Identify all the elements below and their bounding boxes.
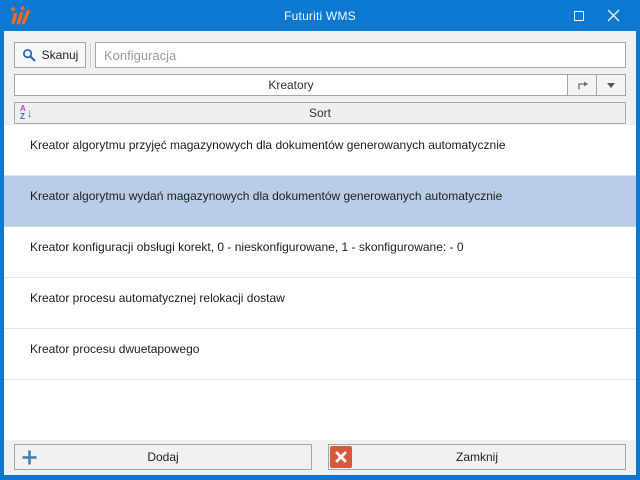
window-controls: [562, 0, 640, 31]
close-icon: [607, 9, 620, 22]
category-bar: Kreatory: [14, 74, 626, 96]
jump-arrow-icon: [576, 79, 589, 91]
filter-input[interactable]: [95, 42, 626, 68]
category-combo[interactable]: Kreatory: [14, 74, 568, 96]
list-item[interactable]: Kreator algorytmu przyjęć magazynowych d…: [4, 125, 636, 176]
close-button[interactable]: Zamknij: [328, 444, 626, 470]
close-button-label: Zamknij: [456, 450, 498, 464]
toolbar-separator: [90, 43, 92, 67]
list-item-label: Kreator procesu automatycznej relokacji …: [30, 291, 285, 305]
list-item[interactable]: Kreator procesu automatycznej relokacji …: [4, 278, 636, 329]
futuriti-logo-icon: [8, 5, 34, 27]
list-item[interactable]: Kreator konfiguracji obsługi korekt, 0 -…: [4, 227, 636, 278]
list-item-label: Kreator algorytmu przyjęć magazynowych d…: [30, 138, 506, 152]
sort-column-header[interactable]: A Z ↓ Sort: [14, 102, 626, 124]
scan-button[interactable]: Skanuj: [14, 42, 86, 68]
wizard-list: Kreator algorytmu przyjęć magazynowych d…: [4, 125, 636, 440]
maximize-icon: [574, 11, 584, 21]
jump-to-button[interactable]: [567, 74, 597, 96]
category-combo-value: Kreatory: [268, 78, 313, 92]
list-item[interactable]: Kreator procesu dwuetapowego: [4, 329, 636, 380]
close-window-button[interactable]: [596, 0, 630, 31]
window-content: Skanuj Kreatory A: [4, 31, 636, 475]
add-button[interactable]: Dodaj: [14, 444, 312, 470]
titlebar: Futuriti WMS: [0, 0, 640, 31]
app-window: Futuriti WMS: [0, 0, 640, 480]
list-item-label: Kreator procesu dwuetapowego: [30, 342, 199, 356]
category-dropdown-button[interactable]: [596, 74, 626, 96]
window-title: Futuriti WMS: [0, 0, 640, 31]
footer: Dodaj Zamknij: [4, 440, 636, 475]
sort-header-label: Sort: [15, 106, 625, 120]
close-box-icon: [330, 446, 352, 468]
list-item-label: Kreator algorytmu wydań magazynowych dla…: [30, 189, 502, 203]
search-icon: [22, 48, 36, 62]
chevron-down-icon: [607, 83, 615, 88]
list-item-label: Kreator konfiguracji obsługi korekt, 0 -…: [30, 240, 464, 254]
toolbar: Skanuj: [4, 31, 636, 68]
plus-icon: [21, 449, 38, 466]
maximize-button[interactable]: [562, 0, 596, 31]
scan-button-label: Skanuj: [42, 48, 79, 62]
add-button-label: Dodaj: [147, 450, 178, 464]
list-item[interactable]: Kreator algorytmu wydań magazynowych dla…: [4, 176, 636, 227]
